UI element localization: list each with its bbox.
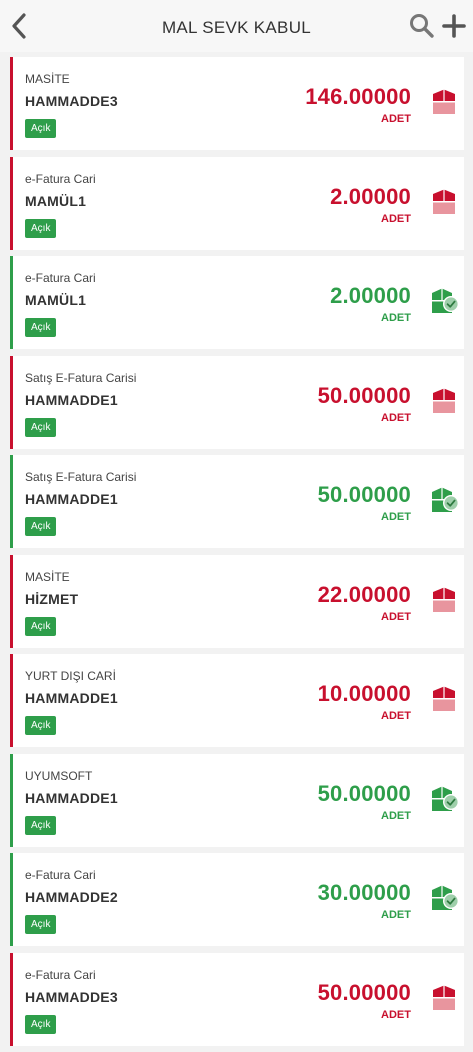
product-name: HAMMADDE1: [25, 789, 118, 806]
product-name: MAMÜL1: [25, 192, 87, 209]
box-check-icon[interactable]: [430, 884, 459, 912]
add-button[interactable]: [440, 12, 468, 40]
quantity-value: 50.00000: [317, 382, 411, 408]
status-badge: Açık: [25, 1014, 57, 1034]
receipt-list: MASİTE HAMMADDE3 Açık 146.00000 ADET e-F…: [10, 57, 464, 1052]
status-badge: Açık: [25, 915, 57, 934]
product-name: HAMMADDE1: [25, 690, 118, 706]
customer-name: e-Fatura Cari: [25, 271, 96, 285]
box-check-icon[interactable]: [430, 486, 459, 514]
status-badge: Açık: [25, 815, 57, 835]
quantity-value: 50.00000: [317, 979, 411, 1005]
status-badge: Açık: [25, 716, 57, 735]
quantity-unit: ADET: [381, 610, 411, 623]
quantity-value: 2.00000: [330, 283, 411, 308]
quantity-unit: ADET: [381, 113, 411, 125]
customer-name: e-Fatura Cari: [25, 868, 96, 882]
quantity-value: 146.00000: [305, 84, 411, 109]
box-icon[interactable]: [430, 685, 458, 713]
product-name: HAMMADDE3: [25, 988, 118, 1005]
receipt-card[interactable]: MASİTE HAMMADDE3 Açık 146.00000 ADET: [10, 57, 464, 150]
box-icon[interactable]: [430, 88, 458, 116]
quantity-unit: ADET: [381, 411, 411, 424]
customer-name: Satış E-Fatura Carisi: [25, 470, 137, 484]
box-check-icon[interactable]: [430, 785, 459, 813]
quantity-value: 30.00000: [317, 880, 411, 905]
quantity-value: 2.00000: [330, 183, 411, 209]
page-title: MAL SEVK KABUL: [161, 18, 312, 37]
status-badge: Açık: [25, 616, 57, 636]
customer-name: UYUMSOFT: [25, 768, 93, 783]
product-name: MAMÜL1: [25, 292, 87, 308]
quantity-unit: ADET: [381, 212, 411, 225]
customer-name: MASİTE: [25, 569, 70, 584]
top-bar: MAL SEVK KABUL: [0, 0, 473, 52]
customer-name: YURT DIŞI CARİ: [25, 669, 116, 683]
customer-name: MASİTE: [25, 72, 70, 86]
status-badge: Açık: [25, 517, 57, 536]
quantity-value: 50.00000: [317, 780, 411, 806]
receipt-card[interactable]: e-Fatura Cari HAMMADDE3 Açık 50.00000 AD…: [10, 952, 464, 1046]
product-name: HAMMADDE3: [25, 93, 118, 109]
receipt-card[interactable]: Satış E-Fatura Carisi HAMMADDE1 Açık 50.…: [10, 455, 464, 548]
quantity-unit: ADET: [381, 312, 411, 324]
customer-name: Satış E-Fatura Carisi: [25, 370, 137, 385]
search-button[interactable]: [408, 12, 436, 40]
receipt-card[interactable]: e-Fatura Cari MAMÜL1 Açık 2.00000 ADET: [10, 156, 464, 250]
quantity-value: 50.00000: [317, 482, 411, 507]
plus-icon: [442, 14, 466, 38]
receipt-card[interactable]: Satış E-Fatura Carisi HAMMADDE1 Açık 50.…: [10, 355, 464, 449]
receipt-card[interactable]: e-Fatura Cari MAMÜL1 Açık 2.00000 ADET: [10, 256, 464, 349]
receipt-card[interactable]: MASİTE HİZMET Açık 22.00000 ADET: [10, 554, 464, 648]
box-icon[interactable]: [430, 188, 458, 216]
chevron-left-icon: [12, 13, 26, 39]
search-icon: [410, 14, 434, 38]
quantity-unit: ADET: [381, 809, 411, 822]
status-badge: Açık: [25, 119, 57, 138]
status-badge: Açık: [25, 417, 57, 437]
box-icon[interactable]: [430, 984, 458, 1012]
receipt-card[interactable]: e-Fatura Cari HAMMADDE2 Açık 30.00000 AD…: [10, 853, 464, 946]
box-check-icon[interactable]: [430, 287, 459, 315]
back-button[interactable]: [6, 10, 32, 42]
quantity-unit: ADET: [381, 1008, 411, 1021]
quantity-value: 22.00000: [317, 581, 411, 607]
status-badge: Açık: [25, 218, 57, 238]
customer-name: e-Fatura Cari: [25, 967, 96, 982]
product-name: HAMMADDE1: [25, 491, 118, 507]
quantity-unit: ADET: [381, 511, 411, 523]
product-name: HİZMET: [25, 590, 79, 607]
box-icon[interactable]: [430, 586, 458, 614]
product-name: HAMMADDE2: [25, 889, 118, 905]
product-name: HAMMADDE1: [25, 391, 118, 408]
quantity-unit: ADET: [381, 909, 411, 921]
status-badge: Açık: [25, 318, 57, 337]
quantity-unit: ADET: [381, 710, 411, 722]
receipt-card[interactable]: YURT DIŞI CARİ HAMMADDE1 Açık 10.00000 A…: [10, 654, 464, 747]
quantity-value: 10.00000: [317, 681, 411, 706]
box-icon[interactable]: [430, 387, 458, 415]
customer-name: e-Fatura Cari: [25, 171, 96, 186]
receipt-card[interactable]: UYUMSOFT HAMMADDE1 Açık 50.00000 ADET: [10, 753, 464, 847]
